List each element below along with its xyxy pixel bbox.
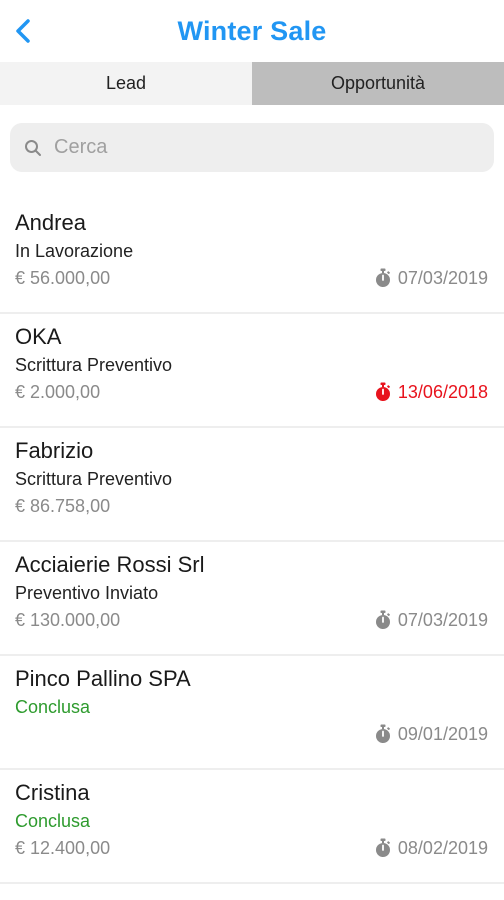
stopwatch-icon [374, 610, 392, 630]
page-title: Winter Sale [177, 15, 327, 46]
item-amount: € 2.000,00 [15, 381, 101, 402]
item-date: 07/03/2019 [374, 610, 488, 631]
item-date-text: 07/03/2019 [397, 267, 488, 288]
item-date: 09/01/2019 [374, 724, 488, 745]
list-item[interactable]: OKA Scrittura Preventivo € 2.000,00 13/0… [0, 314, 504, 428]
item-status: Conclusa [15, 697, 91, 717]
item-date-text: 09/01/2019 [397, 723, 488, 744]
item-amount: € 130.000,00 [15, 609, 121, 630]
search-input[interactable] [52, 135, 456, 160]
item-amount: € 86.758,00 [15, 495, 111, 516]
item-amount: € 56.000,00 [15, 267, 111, 288]
item-status: Conclusa [15, 811, 91, 831]
item-footer: € 2.000,00 13/06/2018 [15, 378, 488, 406]
item-status: Preventivo Inviato [15, 583, 159, 603]
list-item[interactable]: Andrea In Lavorazione € 56.000,00 07/03/… [0, 200, 504, 314]
back-button[interactable] [8, 14, 38, 48]
item-name: Acciaierie Rossi Srl [15, 552, 205, 577]
item-name: Pinco Pallino SPA [15, 666, 191, 691]
item-amount: € 12.400,00 [15, 837, 111, 858]
item-date-text: 13/06/2018 [397, 381, 488, 402]
item-date-text: 08/02/2019 [397, 837, 488, 858]
search-box[interactable] [10, 123, 494, 172]
list-item[interactable]: Pinco Pallino SPA Conclusa 09/01/2019 [0, 656, 504, 770]
search-icon [22, 137, 44, 159]
list-item[interactable]: Fabrizio Scrittura Preventivo € 86.758,0… [0, 428, 504, 542]
item-footer: 09/01/2019 [15, 720, 488, 748]
item-footer: € 56.000,00 07/03/2019 [15, 264, 488, 292]
item-footer: € 130.000,00 07/03/2019 [15, 606, 488, 634]
item-date: 13/06/2018 [374, 382, 488, 403]
tab-opportunita[interactable]: Opportunità [252, 62, 504, 105]
item-name: Andrea [15, 210, 86, 235]
item-status: Scrittura Preventivo [15, 469, 173, 489]
item-status: In Lavorazione [15, 241, 134, 261]
chevron-left-icon [16, 19, 30, 43]
stopwatch-icon [374, 268, 392, 288]
tab-lead[interactable]: Lead [0, 62, 252, 105]
item-date: 07/03/2019 [374, 268, 488, 289]
item-footer: € 86.758,00 [15, 492, 488, 520]
item-date: 08/02/2019 [374, 838, 488, 859]
item-status: Scrittura Preventivo [15, 355, 173, 375]
search-bar [0, 105, 504, 172]
opportunity-list: Andrea In Lavorazione € 56.000,00 07/03/… [0, 200, 504, 884]
stopwatch-icon [374, 724, 392, 744]
item-footer: € 12.400,00 08/02/2019 [15, 834, 488, 862]
item-name: OKA [15, 324, 62, 349]
screen: Winter Sale Lead Opportunità Andrea In L… [0, 0, 504, 900]
item-date-text: 07/03/2019 [397, 609, 488, 630]
segment-tabs: Lead Opportunità [0, 62, 504, 105]
item-name: Cristina [15, 780, 90, 805]
item-name: Fabrizio [15, 438, 94, 463]
list-item[interactable]: Acciaierie Rossi Srl Preventivo Inviato … [0, 542, 504, 656]
stopwatch-icon [374, 382, 392, 402]
header: Winter Sale [0, 0, 504, 62]
stopwatch-icon [374, 838, 392, 858]
list-item[interactable]: Cristina Conclusa € 12.400,00 08/02/2019 [0, 770, 504, 884]
